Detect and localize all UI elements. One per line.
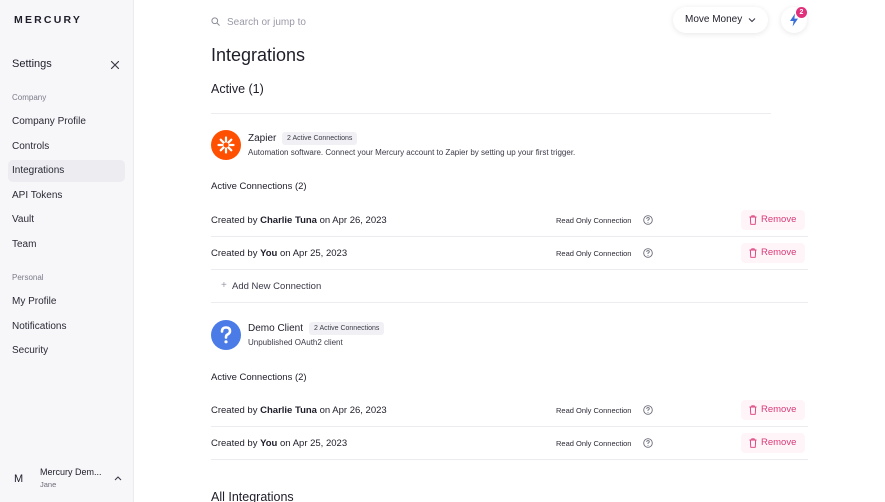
trash-icon bbox=[749, 438, 757, 448]
sidebar-item-api-tokens[interactable]: API Tokens bbox=[8, 185, 125, 207]
account-switcher[interactable]: M Mercury Dem... Jane bbox=[8, 462, 128, 492]
remove-button[interactable]: Remove bbox=[741, 433, 805, 453]
trash-icon bbox=[749, 248, 757, 258]
search-icon bbox=[211, 17, 220, 26]
move-money-label: Move Money bbox=[685, 14, 743, 25]
trash-icon bbox=[749, 215, 757, 225]
search-bar[interactable] bbox=[211, 14, 411, 30]
sidebar-item-security[interactable]: Security bbox=[8, 340, 125, 362]
notification-badge: 2 bbox=[796, 7, 807, 18]
integration-zapier: Zapier 2 Active Connections Automation s… bbox=[211, 130, 811, 162]
add-connection-label: Add New Connection bbox=[232, 281, 322, 292]
connection-row: Created by Charlie Tuna on Apr 26, 2023 … bbox=[211, 204, 808, 237]
notifications-button[interactable]: 2 bbox=[781, 7, 807, 33]
connection-creator: Created by You on Apr 25, 2023 bbox=[211, 438, 348, 449]
integration-name: Zapier bbox=[248, 133, 277, 144]
all-integrations-heading: All Integrations bbox=[211, 490, 294, 502]
remove-button[interactable]: Remove bbox=[741, 243, 805, 263]
sidebar-item-integrations[interactable]: Integrations bbox=[8, 160, 125, 182]
chevron-up-icon bbox=[114, 476, 122, 481]
connection-creator: Created by Charlie Tuna on Apr 26, 2023 bbox=[211, 405, 387, 416]
question-mark-logo-icon bbox=[211, 320, 241, 350]
trash-icon bbox=[749, 405, 757, 415]
connections-heading: Active Connections (2) bbox=[211, 372, 307, 383]
divider bbox=[211, 302, 808, 303]
permission-label: Read Only Connection bbox=[556, 406, 632, 415]
connection-row: Created by You on Apr 25, 2023 Read Only… bbox=[211, 427, 808, 460]
section-label-personal: Personal bbox=[12, 273, 44, 282]
sidebar-item-controls[interactable]: Controls bbox=[8, 136, 125, 158]
move-money-button[interactable]: Move Money bbox=[673, 7, 768, 33]
avatar: M bbox=[14, 473, 24, 485]
close-icon[interactable] bbox=[108, 58, 122, 72]
chevron-down-icon bbox=[748, 18, 756, 23]
sidebar: MERCURY Settings Company Company Profile… bbox=[0, 0, 134, 502]
connection-creator: Created by You on Apr 25, 2023 bbox=[211, 248, 348, 259]
remove-label: Remove bbox=[761, 404, 797, 415]
connection-creator: Created by Charlie Tuna on Apr 26, 2023 bbox=[211, 215, 387, 226]
zapier-logo-icon bbox=[211, 130, 241, 160]
connections-heading: Active Connections (2) bbox=[211, 181, 307, 192]
settings-title: Settings bbox=[12, 58, 52, 70]
active-heading: Active (1) bbox=[211, 82, 264, 96]
mercury-logo[interactable]: MERCURY bbox=[14, 14, 82, 26]
sidebar-item-team[interactable]: Team bbox=[8, 234, 125, 256]
connection-row: Created by You on Apr 25, 2023 Read Only… bbox=[211, 237, 808, 270]
sidebar-item-notifications[interactable]: Notifications bbox=[8, 316, 125, 338]
divider bbox=[211, 113, 771, 114]
remove-label: Remove bbox=[761, 247, 797, 258]
remove-label: Remove bbox=[761, 437, 797, 448]
integration-demo-client: Demo Client 2 Active Connections Unpubli… bbox=[211, 320, 811, 352]
permission-label: Read Only Connection bbox=[556, 249, 632, 258]
search-input[interactable] bbox=[227, 14, 407, 30]
active-connections-badge: 2 Active Connections bbox=[282, 132, 358, 145]
permission-label: Read Only Connection bbox=[556, 439, 632, 448]
remove-button[interactable]: Remove bbox=[741, 210, 805, 230]
sidebar-item-company-profile[interactable]: Company Profile bbox=[8, 111, 125, 133]
account-user: Jane bbox=[40, 480, 57, 489]
integration-name: Demo Client bbox=[248, 323, 304, 334]
help-icon[interactable] bbox=[643, 405, 653, 415]
section-label-company: Company bbox=[12, 93, 47, 102]
permission-label: Read Only Connection bbox=[556, 216, 632, 225]
remove-button[interactable]: Remove bbox=[741, 400, 805, 420]
remove-label: Remove bbox=[761, 214, 797, 225]
active-connections-badge: 2 Active Connections bbox=[309, 322, 385, 335]
page-title: Integrations bbox=[211, 45, 306, 65]
account-name: Mercury Dem... bbox=[40, 467, 102, 477]
plus-icon: + bbox=[221, 280, 227, 291]
settings-header: Settings bbox=[12, 58, 122, 74]
help-icon[interactable] bbox=[643, 215, 653, 225]
integration-description: Unpublished OAuth2 client bbox=[248, 338, 343, 347]
connection-row: Created by Charlie Tuna on Apr 26, 2023 … bbox=[211, 394, 808, 427]
help-icon[interactable] bbox=[643, 248, 653, 258]
integration-description: Automation software. Connect your Mercur… bbox=[248, 148, 576, 157]
sidebar-item-vault[interactable]: Vault bbox=[8, 209, 125, 231]
help-icon[interactable] bbox=[643, 438, 653, 448]
sidebar-item-my-profile[interactable]: My Profile bbox=[8, 291, 125, 313]
